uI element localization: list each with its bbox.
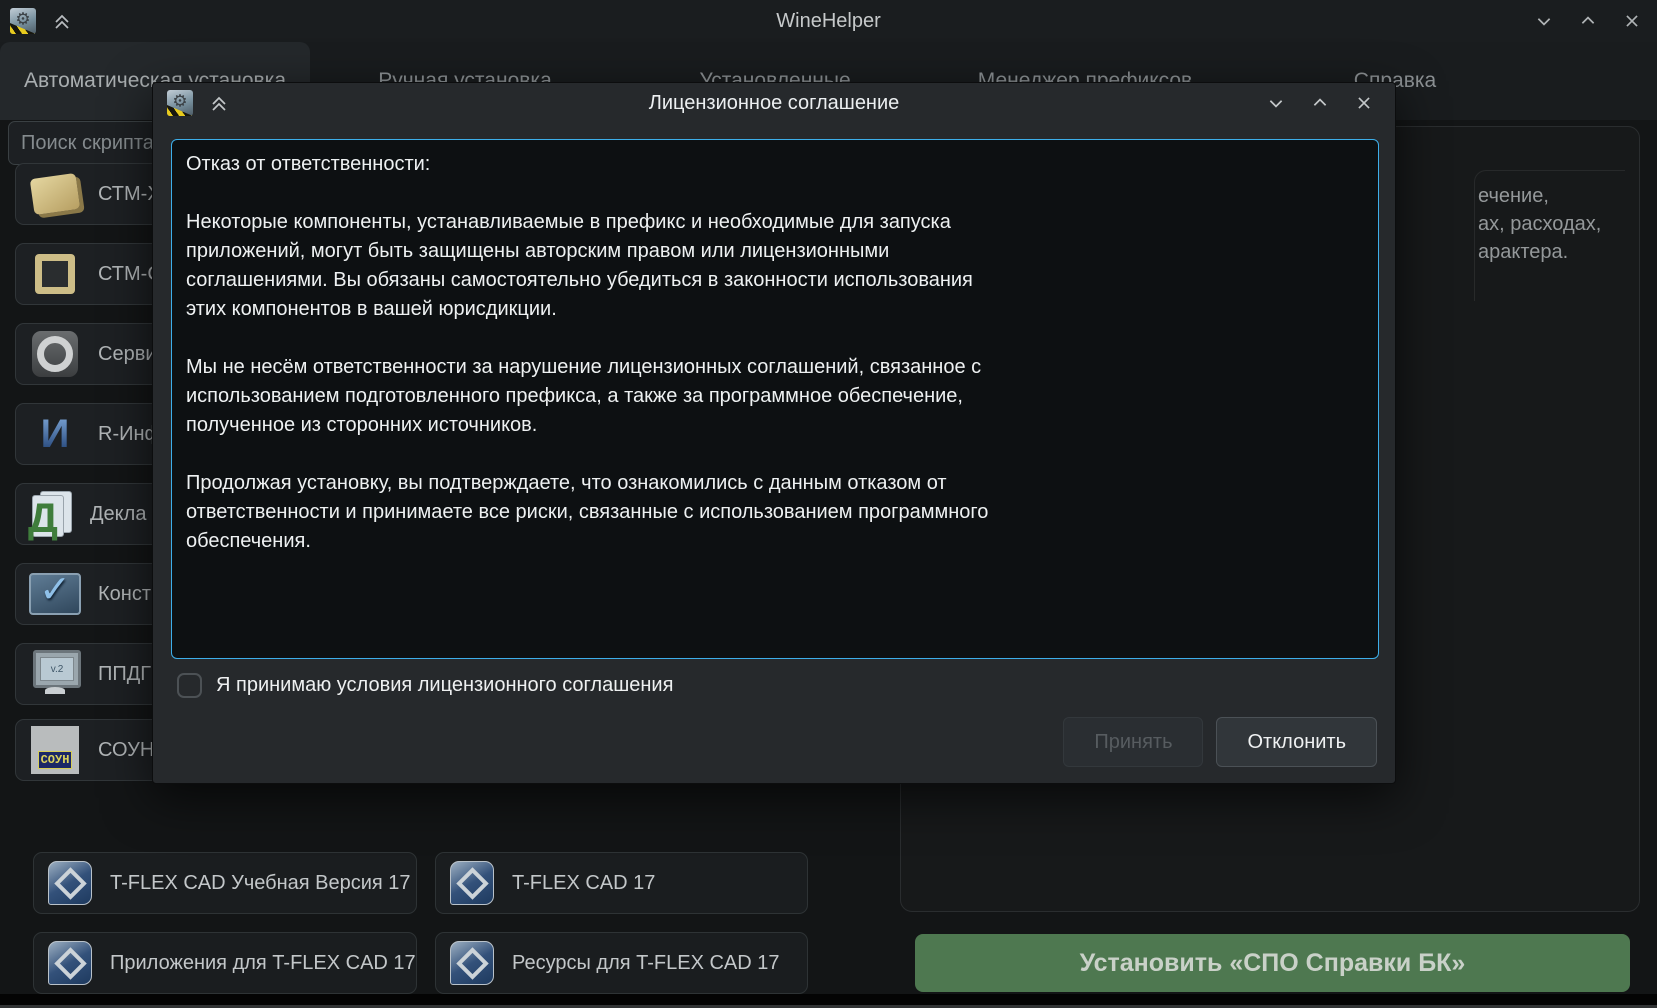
frame-pie-chart-icon bbox=[28, 247, 82, 301]
tflex-cad-edu-button[interactable]: T-FLEX CAD Учебная Версия 17 bbox=[33, 852, 417, 914]
maximize-icon[interactable] bbox=[1577, 10, 1599, 32]
script-label: Серви bbox=[98, 343, 157, 366]
tflex-apps-button[interactable]: Приложения для T-FLEX CAD 17 bbox=[33, 932, 417, 994]
maximize-icon[interactable] bbox=[1309, 92, 1331, 114]
soun-badge-icon: СОУН bbox=[28, 723, 82, 777]
tflex-logo-icon bbox=[450, 861, 494, 905]
dialog-buttons: Принять Отклонить bbox=[1063, 717, 1377, 767]
keep-above-button[interactable] bbox=[52, 11, 72, 31]
tflex-resources-button[interactable]: Ресурсы для T-FLEX CAD 17 bbox=[435, 932, 808, 994]
grey-ring-icon bbox=[28, 327, 82, 381]
script-label: Конст bbox=[98, 583, 151, 606]
accept-terms-row: Я принимаю условия лицензионного соглаше… bbox=[177, 673, 673, 698]
button-label: T-FLEX CAD Учебная Версия 17 bbox=[110, 872, 411, 895]
license-text-area[interactable]: Отказ от ответственности: Некоторые комп… bbox=[171, 139, 1379, 659]
monitor-icon: v.2 bbox=[28, 647, 82, 701]
keep-above-button[interactable] bbox=[209, 93, 229, 113]
close-icon[interactable] bbox=[1621, 10, 1643, 32]
tflex-logo-icon bbox=[48, 941, 92, 985]
tflex-cad-button[interactable]: T-FLEX CAD 17 bbox=[435, 852, 808, 914]
check-screen-icon: ✓ bbox=[28, 567, 82, 621]
install-spo-button[interactable]: Установить «СПО Справки БК» bbox=[915, 934, 1630, 992]
minimize-icon[interactable] bbox=[1265, 92, 1287, 114]
dialog-title: Лицензионное соглашение bbox=[153, 92, 1395, 115]
dialog-window-controls bbox=[1265, 83, 1375, 123]
script-label: ППДГ bbox=[98, 663, 151, 686]
accept-terms-checkbox[interactable] bbox=[177, 673, 202, 698]
decline-button[interactable]: Отклонить bbox=[1216, 717, 1377, 767]
accept-terms-label: Я принимаю условия лицензионного соглаше… bbox=[216, 674, 673, 697]
gear-icon: ⚙ bbox=[172, 93, 187, 110]
close-icon[interactable] bbox=[1353, 92, 1375, 114]
dialog-titlebar: ⚙ Лицензионное соглашение bbox=[153, 83, 1395, 123]
license-dialog: ⚙ Лицензионное соглашение bbox=[152, 82, 1396, 784]
script-label: Декла bbox=[90, 503, 146, 526]
main-titlebar: ⚙ WineHelper bbox=[0, 0, 1657, 43]
winehelper-app: ⚙ WineHelper Автоматическая установка Ру… bbox=[0, 0, 1657, 1008]
tflex-logo-icon bbox=[450, 941, 494, 985]
button-label: Приложения для T-FLEX CAD 17 bbox=[110, 952, 416, 975]
button-label: T-FLEX CAD 17 bbox=[512, 872, 655, 895]
app-gear-hazard-icon: ⚙ bbox=[10, 8, 36, 34]
gear-icon: ⚙ bbox=[15, 11, 30, 28]
license-text: Отказ от ответственности: Некоторые комп… bbox=[186, 150, 1364, 556]
script-label: СОУН bbox=[98, 739, 154, 762]
window-controls bbox=[1533, 0, 1643, 42]
blue-letter-icon: И bbox=[28, 407, 82, 461]
app-gear-hazard-icon: ⚙ bbox=[167, 90, 193, 116]
tflex-logo-icon bbox=[48, 861, 92, 905]
minimize-icon[interactable] bbox=[1533, 10, 1555, 32]
green-d-documents-icon: Д bbox=[28, 491, 74, 537]
description-text: ечение, ах, расходах, арактера. bbox=[1478, 182, 1601, 266]
button-label: Ресурсы для T-FLEX CAD 17 bbox=[512, 952, 780, 975]
accept-button[interactable]: Принять bbox=[1063, 717, 1203, 767]
window-title: WineHelper bbox=[0, 10, 1657, 33]
tan-documents-icon bbox=[28, 167, 82, 221]
